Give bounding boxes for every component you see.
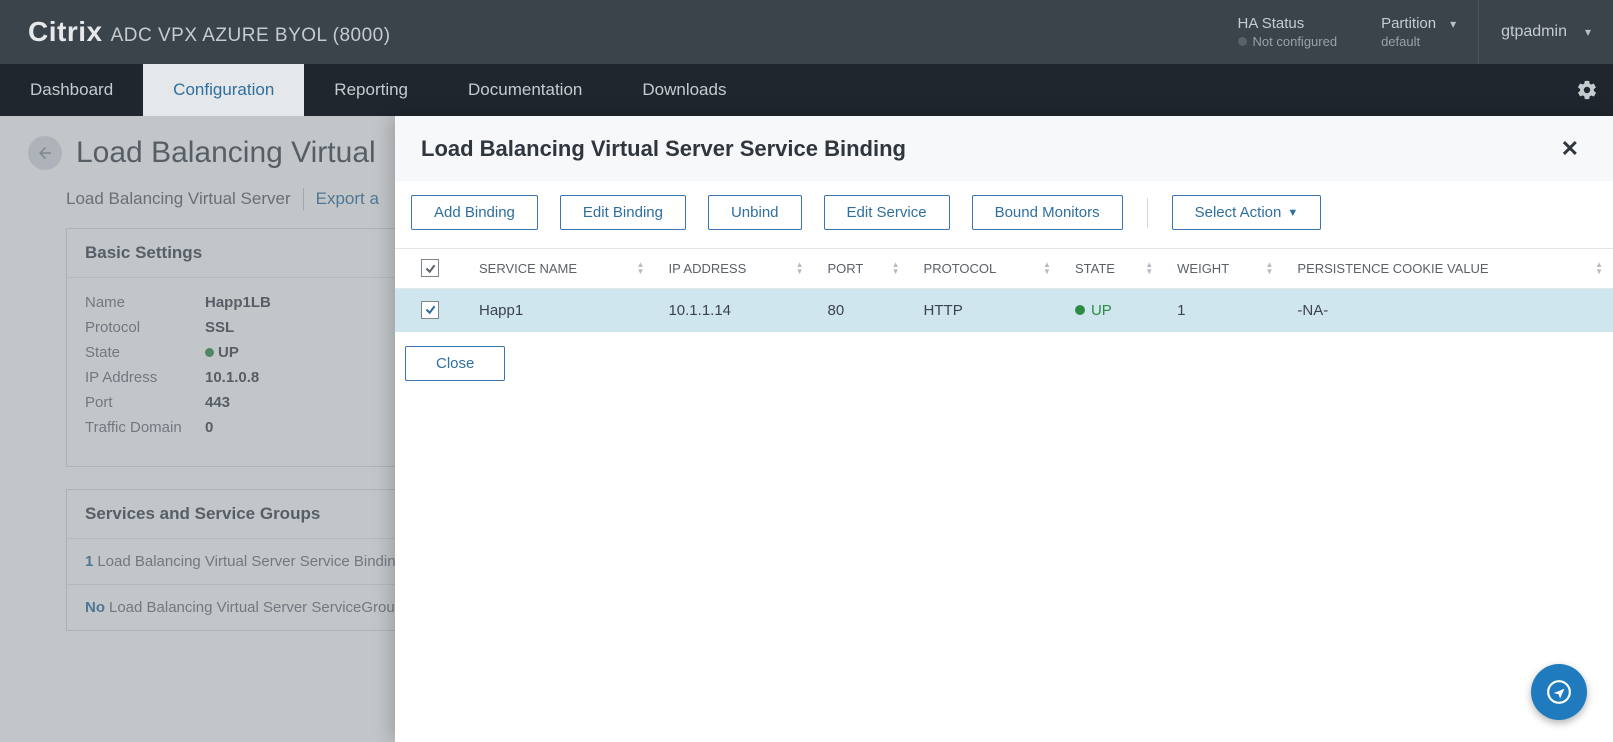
bindings-table: SERVICE NAME▲▼ IP ADDRESS▲▼ PORT▲▼ PROTO… <box>395 249 1613 332</box>
status-up-icon <box>1075 305 1085 315</box>
cell-state: UP <box>1061 288 1163 332</box>
main-nav: Dashboard Configuration Reporting Docume… <box>0 64 1613 116</box>
partition-label: Partition <box>1381 15 1436 32</box>
toolbar-divider <box>1147 198 1148 228</box>
ha-status-value: Not configured <box>1238 34 1338 49</box>
help-fab-button[interactable] <box>1531 664 1587 720</box>
col-state[interactable]: STATE▲▼ <box>1061 249 1163 288</box>
edit-binding-button[interactable]: Edit Binding <box>560 195 686 230</box>
brand-sub: ADC VPX AZURE BYOL (8000) <box>111 25 391 47</box>
select-all-checkbox[interactable] <box>421 259 439 277</box>
col-protocol[interactable]: PROTOCOL▲▼ <box>910 249 1061 288</box>
add-binding-button[interactable]: Add Binding <box>411 195 538 230</box>
brand-main: Citrix <box>28 16 103 48</box>
chevron-down-icon: ▼ <box>1287 207 1298 219</box>
panel-title: Load Balancing Virtual Server Service Bi… <box>421 136 906 162</box>
cell-service-name: Happ1 <box>465 288 654 332</box>
unbind-button[interactable]: Unbind <box>708 195 802 230</box>
sort-icon: ▲▼ <box>637 261 645 275</box>
cell-weight: 1 <box>1163 288 1283 332</box>
tab-documentation[interactable]: Documentation <box>438 64 612 116</box>
bound-monitors-button[interactable]: Bound Monitors <box>972 195 1123 230</box>
col-weight[interactable]: WEIGHT▲▼ <box>1163 249 1283 288</box>
partition-group[interactable]: Partition ▾ default <box>1359 0 1478 64</box>
col-persistence-cookie[interactable]: PERSISTENCE COOKIE VALUE▲▼ <box>1283 249 1613 288</box>
brand: Citrix ADC VPX AZURE BYOL (8000) <box>0 16 391 48</box>
paper-plane-icon <box>1546 679 1572 705</box>
col-service-name[interactable]: SERVICE NAME▲▼ <box>465 249 654 288</box>
sort-icon: ▲▼ <box>1145 261 1153 275</box>
edit-service-button[interactable]: Edit Service <box>824 195 950 230</box>
partition-value: default <box>1381 34 1420 49</box>
tab-dashboard[interactable]: Dashboard <box>0 64 143 116</box>
tab-configuration[interactable]: Configuration <box>143 64 304 116</box>
cell-protocol: HTTP <box>910 288 1061 332</box>
status-dot-icon <box>1238 37 1247 46</box>
ha-status-group: HA Status Not configured <box>1216 0 1360 64</box>
top-bar: Citrix ADC VPX AZURE BYOL (8000) HA Stat… <box>0 0 1613 64</box>
gear-icon <box>1576 79 1598 101</box>
close-icon: ✕ <box>1561 136 1579 161</box>
col-port[interactable]: PORT▲▼ <box>814 249 910 288</box>
sort-icon: ▲▼ <box>1595 261 1603 275</box>
row-checkbox[interactable] <box>421 301 439 319</box>
service-binding-panel: Load Balancing Virtual Server Service Bi… <box>395 116 1613 742</box>
close-panel-button[interactable]: ✕ <box>1553 132 1587 166</box>
user-menu[interactable]: gtpadmin ▾ <box>1478 0 1613 64</box>
col-ip-address[interactable]: IP ADDRESS▲▼ <box>654 249 813 288</box>
sort-icon: ▲▼ <box>1265 261 1273 275</box>
table-row[interactable]: Happ1 10.1.1.14 80 HTTP UP 1 -NA- <box>395 288 1613 332</box>
sort-icon: ▲▼ <box>1043 261 1051 275</box>
tab-reporting[interactable]: Reporting <box>304 64 438 116</box>
close-button[interactable]: Close <box>405 346 505 381</box>
ha-status-label: HA Status <box>1238 15 1305 32</box>
chevron-down-icon: ▾ <box>1450 17 1456 31</box>
check-icon <box>424 303 437 316</box>
cell-ip: 10.1.1.14 <box>654 288 813 332</box>
sort-icon: ▲▼ <box>796 261 804 275</box>
cell-port: 80 <box>814 288 910 332</box>
panel-toolbar: Add Binding Edit Binding Unbind Edit Ser… <box>395 181 1613 249</box>
settings-gear-button[interactable] <box>1561 64 1613 116</box>
user-name: gtpadmin <box>1501 23 1567 41</box>
check-icon <box>424 262 437 275</box>
sort-icon: ▲▼ <box>892 261 900 275</box>
chevron-down-icon: ▾ <box>1585 25 1591 39</box>
tab-downloads[interactable]: Downloads <box>612 64 756 116</box>
cell-pcookie: -NA- <box>1283 288 1613 332</box>
select-action-button[interactable]: Select Action ▼ <box>1172 195 1322 230</box>
